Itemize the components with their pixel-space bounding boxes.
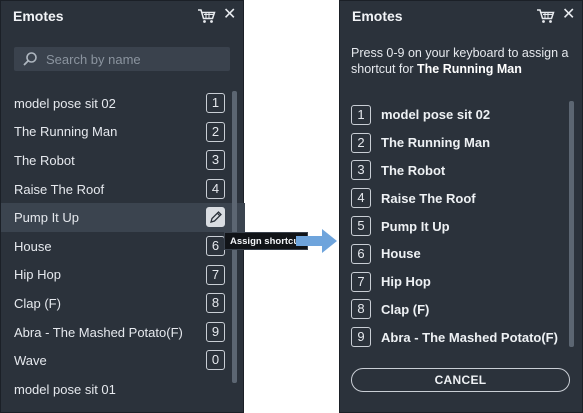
emote-row[interactable]: Abra - The Mashed Potato(F) 9 — [1, 318, 245, 347]
search-icon — [23, 52, 37, 66]
shortcut-key-badge[interactable]: 9 — [206, 321, 225, 342]
emote-name: Wave — [14, 353, 47, 369]
scrollbar[interactable] — [569, 101, 574, 347]
panel-title: Emotes — [352, 8, 403, 24]
shortcut-key-badge[interactable]: 0 — [206, 350, 225, 371]
panel-titlebar: Emotes ✕ — [340, 1, 582, 31]
panel-titlebar: Emotes ✕ — [1, 1, 243, 31]
emote-name: Clap (F) — [381, 301, 430, 317]
emote-name: Pump It Up — [14, 210, 80, 226]
shortcut-row[interactable]: 1 model pose sit 02 — [351, 101, 573, 129]
panel-title: Emotes — [13, 8, 64, 24]
shortcut-row[interactable]: 6 House — [351, 240, 573, 268]
close-icon[interactable]: ✕ — [562, 6, 575, 24]
emote-name: model pose sit 01 — [14, 381, 116, 397]
shortcut-key-badge[interactable]: 2 — [206, 121, 225, 142]
shortcut-key-badge[interactable]: 6 — [206, 235, 225, 256]
cancel-button[interactable]: CANCEL — [351, 368, 570, 392]
emote-name: The Robot — [14, 152, 75, 168]
shortcut-row[interactable]: 4 Raise The Roof — [351, 184, 573, 212]
shortcut-row[interactable]: 5 Pump It Up — [351, 212, 573, 240]
emote-name: The Running Man — [381, 135, 491, 151]
search-field[interactable] — [14, 47, 230, 71]
emote-name: Pump It Up — [381, 218, 450, 234]
instruction-target-emote: The Running Man — [417, 62, 522, 76]
emote-list: model pose sit 02 1 The Running Man 2 Th… — [1, 89, 245, 404]
emote-name: Clap (F) — [14, 295, 61, 311]
shortcut-key-badge[interactable]: 8 — [206, 293, 225, 314]
shortcut-key-badge[interactable]: 1 — [206, 93, 225, 113]
emotes-panel-assign: Emotes ✕ Press 0-9 on your keyboard to a… — [339, 0, 583, 413]
emote-row[interactable]: The Robot 3 — [1, 146, 245, 175]
shortcut-row[interactable]: 3 The Robot — [351, 157, 573, 185]
emote-name: model pose sit 02 — [381, 107, 491, 123]
close-icon[interactable]: ✕ — [223, 6, 236, 24]
emote-name: Raise The Roof — [14, 181, 105, 197]
emote-row-hovered[interactable]: Pump It Up — [1, 203, 245, 232]
emote-name: The Running Man — [14, 124, 118, 140]
emote-name: House — [14, 238, 52, 254]
emote-name: Hip Hop — [14, 267, 61, 283]
assign-shortcut-button[interactable] — [206, 207, 225, 228]
shortcut-number: 3 — [351, 160, 371, 181]
emote-row[interactable]: model pose sit 01 — [1, 375, 245, 404]
emote-name: Raise The Roof — [381, 190, 476, 206]
assign-instruction-text: Press 0-9 on your keyboard to assign a s… — [351, 45, 579, 77]
shortcut-row[interactable]: 2 The Running Man — [351, 129, 573, 157]
shortcut-number: 5 — [351, 216, 371, 237]
emote-name: model pose sit 02 — [14, 95, 116, 111]
shortcut-row[interactable]: 7 Hip Hop — [351, 268, 573, 296]
shortcut-number: 6 — [351, 243, 371, 264]
emote-row[interactable]: Wave 0 — [1, 346, 245, 375]
emote-name: House — [381, 246, 421, 262]
emotes-panel-list: Emotes ✕ model pose sit 02 1 The Running… — [0, 0, 245, 413]
shortcut-row[interactable]: 8 Clap (F) — [351, 296, 573, 324]
emote-row[interactable]: The Running Man 2 — [1, 118, 245, 147]
shortcut-number: 1 — [351, 104, 371, 125]
shortcut-row[interactable]: 9 Abra - The Mashed Potato(F) — [351, 323, 573, 351]
emote-row[interactable]: Raise The Roof 4 — [1, 175, 245, 204]
emote-name: Abra - The Mashed Potato(F) — [381, 329, 558, 345]
search-input[interactable] — [46, 49, 226, 69]
shortcut-list: 1 model pose sit 02 2 The Running Man 3 … — [351, 101, 573, 351]
emote-name: The Robot — [381, 162, 446, 178]
emote-row[interactable]: Clap (F) 8 — [1, 289, 245, 318]
emote-name: Abra - The Mashed Potato(F) — [14, 324, 183, 340]
emote-row[interactable]: House 6 — [1, 232, 245, 261]
emote-row[interactable]: Hip Hop 7 — [1, 261, 245, 290]
shopping-cart-icon[interactable] — [536, 8, 556, 24]
shortcut-number: 7 — [351, 271, 371, 292]
shortcut-number: 2 — [351, 132, 371, 153]
shortcut-key-badge[interactable]: 4 — [206, 178, 225, 199]
shortcut-number: 8 — [351, 299, 371, 320]
shortcut-number: 9 — [351, 327, 371, 348]
right-arrow-icon — [296, 229, 337, 253]
emote-row[interactable]: model pose sit 02 1 — [1, 89, 245, 118]
shopping-cart-icon[interactable] — [197, 8, 217, 24]
shortcut-key-badge[interactable]: 7 — [206, 264, 225, 285]
pencil-icon — [209, 211, 222, 224]
shortcut-number: 4 — [351, 188, 371, 209]
emote-name: Hip Hop — [381, 274, 431, 290]
shortcut-key-badge[interactable]: 3 — [206, 150, 225, 171]
